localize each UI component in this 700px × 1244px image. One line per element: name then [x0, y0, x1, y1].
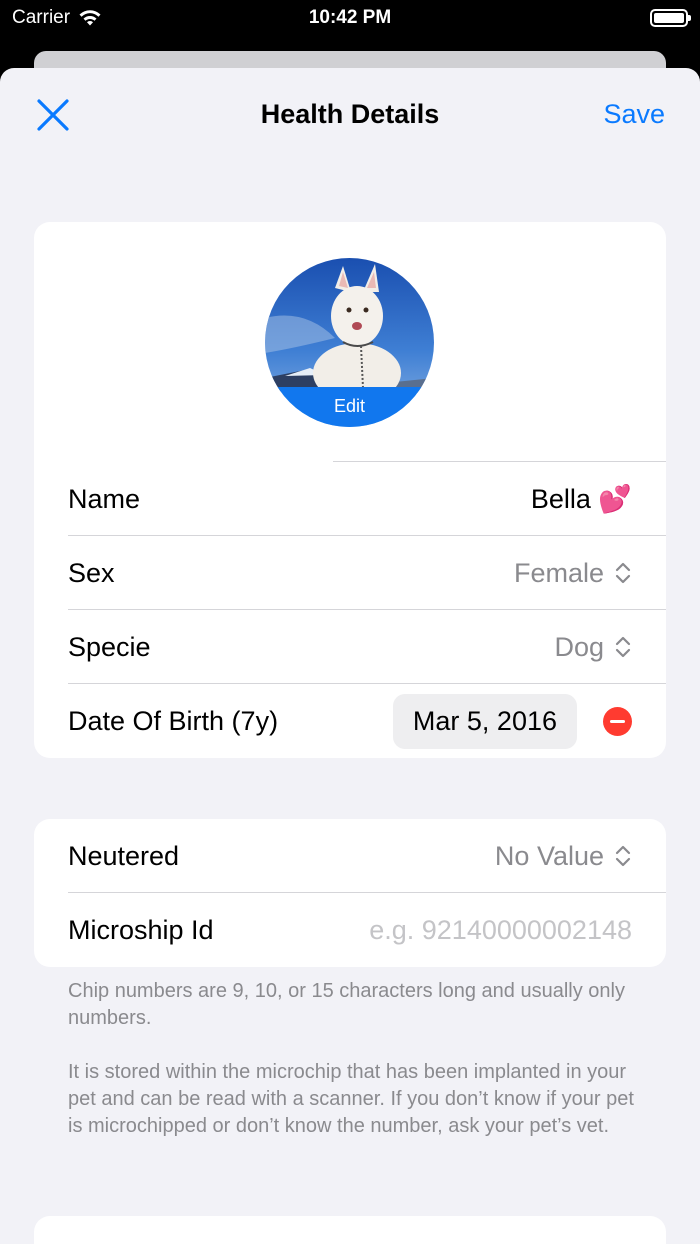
avatar-edit-label[interactable]: Edit: [265, 387, 434, 427]
microchip-footnote-length: Chip numbers are 9, 10, or 15 characters…: [68, 980, 625, 1029]
page-title: Health Details: [260, 99, 440, 129]
status-time: 10:42 PM: [308, 7, 392, 28]
sex-value: Female: [513, 557, 604, 588]
chevron-up-down-icon: [615, 636, 631, 658]
specie-label: Specie: [68, 631, 151, 662]
avatar[interactable]: Edit: [265, 258, 434, 427]
name-label: Name: [68, 483, 141, 514]
microchip-id-row[interactable]: Microship Id e.g. 92140000002148: [34, 893, 666, 967]
chevron-up-down-icon: [615, 845, 631, 867]
microchip-card: Neutered No Value Microship Id e.g. 9214…: [34, 819, 666, 967]
microchip-footnote-info: It is stored within the microchip that h…: [68, 1061, 634, 1137]
neutered-row[interactable]: Neutered No Value: [34, 819, 666, 893]
microchip-id-label: Microship Id: [68, 914, 214, 945]
specie-picker[interactable]: Dog: [554, 632, 632, 663]
date-of-birth-controls: Mar 5, 2016: [392, 693, 632, 749]
date-of-birth-row: Date Of Birth (7y) Mar 5, 2016: [34, 684, 666, 758]
specie-row[interactable]: Specie Dog: [34, 610, 666, 684]
navigation-bar: Health Details Save: [0, 68, 700, 164]
specie-value: Dog: [554, 631, 604, 662]
name-row[interactable]: Name Bella 💕: [34, 462, 666, 536]
health-details-sheet: Health Details Save Edit Name Bella 💕 Se…: [0, 68, 700, 1244]
sex-row[interactable]: Sex Female: [34, 536, 666, 610]
chevron-up-down-icon: [615, 562, 631, 584]
neutered-picker[interactable]: No Value: [495, 841, 632, 872]
next-section-card: [34, 1216, 666, 1244]
pet-details-card: Edit Name Bella 💕 Sex Female Specie Dog: [34, 222, 666, 758]
battery-icon: [650, 9, 691, 27]
date-of-birth-label: Date Of Birth (7y): [68, 705, 279, 736]
neutered-value: No Value: [494, 840, 604, 871]
microchip-id-input[interactable]: e.g. 92140000002148: [369, 915, 632, 946]
sex-picker[interactable]: Female: [514, 558, 632, 589]
name-value[interactable]: Bella 💕: [531, 483, 632, 515]
neutered-label: Neutered: [68, 840, 180, 871]
remove-date-button[interactable]: [603, 706, 632, 736]
date-of-birth-picker[interactable]: Mar 5, 2016: [392, 693, 577, 749]
save-button[interactable]: Save: [603, 99, 665, 130]
status-bar: Carrier 10:42 PM: [0, 0, 700, 44]
sex-label: Sex: [68, 557, 115, 588]
